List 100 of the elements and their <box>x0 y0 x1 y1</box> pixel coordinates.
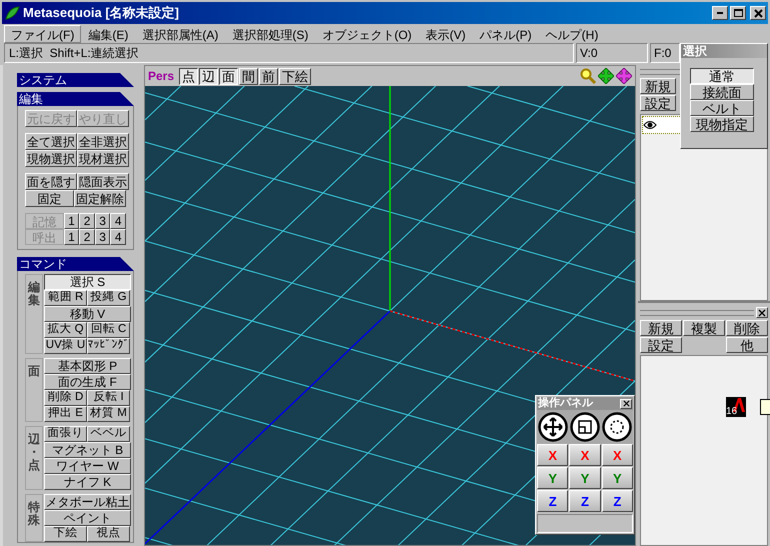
view-toggle[interactable]: 下絵 <box>279 68 312 84</box>
tool-button[interactable]: 現物選択 <box>25 150 77 167</box>
select-mode-button[interactable]: ベルト <box>690 100 754 116</box>
group-label: 辺・点 <box>28 433 40 473</box>
panel-button[interactable]: 削除 <box>726 320 768 336</box>
command-button[interactable]: 拡大 Q <box>44 322 87 338</box>
minimize-button[interactable] <box>712 6 728 20</box>
close-button[interactable] <box>750 6 766 20</box>
section-header[interactable]: システム <box>17 73 134 87</box>
group-label: 特殊 <box>28 501 40 528</box>
view-toggle[interactable]: 間 <box>239 68 258 84</box>
view-toggle[interactable]: 前 <box>259 68 278 84</box>
tool-button[interactable]: 面を隠す <box>25 173 77 190</box>
command-button[interactable]: ワイヤー W <box>44 458 131 474</box>
tool-button[interactable]: 固定 <box>25 190 74 207</box>
axis-button[interactable]: Z <box>602 490 633 512</box>
tool-button[interactable]: 隠面表示 <box>77 173 129 190</box>
view-toggle[interactable]: 辺 <box>199 68 218 84</box>
face-count: F:0 <box>650 43 680 63</box>
axis-button[interactable]: Z <box>537 490 568 512</box>
select-mode-button[interactable]: 接続面 <box>690 84 754 100</box>
maximize-button[interactable] <box>730 6 746 20</box>
command-button[interactable]: ﾏｯﾋﾟﾝｸﾞ <box>87 338 130 354</box>
command-button[interactable]: ナイフ K <box>44 474 131 490</box>
app-leaf-icon <box>4 5 20 21</box>
slot-button[interactable]: 4 <box>110 213 126 229</box>
panel-title: 選択 <box>681 44 767 58</box>
command-button[interactable]: 選択 S <box>44 274 131 290</box>
group-label: 編集 <box>28 281 40 308</box>
menu-item[interactable]: オブジェクト(O) <box>315 24 419 42</box>
panel-button[interactable]: 設定 <box>640 95 676 111</box>
command-button[interactable]: ベベル <box>87 426 130 442</box>
rotate-arrows-icon[interactable] <box>616 68 632 84</box>
section-header[interactable]: 編集 <box>17 92 134 106</box>
select-mode-button[interactable]: 現物指定 <box>690 116 754 132</box>
memory-label: 呼出 <box>25 229 64 245</box>
tray-icon[interactable] <box>760 399 770 415</box>
command-button[interactable]: 削除 D <box>44 390 87 406</box>
slot-button[interactable]: 2 <box>79 229 95 245</box>
command-button[interactable]: 投縄 G <box>87 290 130 306</box>
slot-button[interactable]: 3 <box>94 229 110 245</box>
command-button[interactable]: 下絵 <box>44 526 87 542</box>
window-title: Metasequoia [名称未設定] <box>23 4 180 22</box>
command-button[interactable]: メタボール粘土 <box>44 494 131 510</box>
slot-button[interactable]: 4 <box>110 229 126 245</box>
minimize-icon <box>717 12 723 14</box>
command-button[interactable]: 移動 V <box>44 306 131 322</box>
grip-bar[interactable] <box>640 310 754 316</box>
menu-item[interactable]: 表示(V) <box>418 24 473 42</box>
tool-button[interactable]: 固定解除 <box>74 190 126 207</box>
select-mode-button[interactable]: 通常 <box>690 68 754 84</box>
slot-button[interactable]: 1 <box>64 213 80 229</box>
move-arrows-icon[interactable] <box>598 68 614 84</box>
view-toggle[interactable]: 面 <box>219 68 238 84</box>
slot-button[interactable]: 1 <box>64 229 80 245</box>
slot-button[interactable]: 3 <box>94 213 110 229</box>
command-button[interactable]: 範囲 R <box>44 290 87 306</box>
eye-icon[interactable] <box>643 118 657 132</box>
tool-button[interactable]: 全非選択 <box>77 133 129 150</box>
command-button[interactable]: 基本図形 P <box>44 358 131 374</box>
panel-button[interactable]: 新規 <box>640 78 676 94</box>
panel-button[interactable]: 複製 <box>683 320 725 336</box>
zoom-icon[interactable] <box>580 68 596 84</box>
input-method-icon[interactable]: 16 <box>726 397 746 417</box>
panel-button[interactable]: 他 <box>726 337 768 353</box>
panel-button[interactable]: 新規 <box>640 320 682 336</box>
menu-item[interactable]: パネル(P) <box>472 24 539 42</box>
menu-item[interactable]: ヘルプ(H) <box>538 24 606 42</box>
tool-button[interactable]: 全て選択 <box>25 133 77 150</box>
menu-item[interactable]: ファイル(F) <box>4 24 82 42</box>
view-toggle[interactable]: 点 <box>179 68 198 84</box>
menu-item[interactable]: 編集(E) <box>81 24 136 42</box>
projection-label[interactable]: Pers <box>148 67 174 85</box>
menu-item[interactable]: 選択部処理(S) <box>225 24 316 42</box>
tool-button[interactable]: 現材選択 <box>77 150 129 167</box>
command-button[interactable]: マグネット B <box>44 442 131 458</box>
command-button[interactable]: 材質 M <box>87 406 130 422</box>
slot-button[interactable]: 2 <box>79 213 95 229</box>
command-button[interactable]: 押出 E <box>44 406 87 422</box>
close-button[interactable] <box>620 398 632 408</box>
command-button[interactable]: 面の生成 F <box>44 374 131 390</box>
section-header[interactable]: コマンド <box>17 257 134 271</box>
close-icon <box>754 8 762 18</box>
command-button[interactable]: 視点 <box>87 526 130 542</box>
menu-item[interactable]: 選択部属性(A) <box>135 24 226 42</box>
command-button[interactable]: 反転 I <box>87 390 130 406</box>
move-icon[interactable] <box>538 412 568 442</box>
rotate-icon[interactable] <box>602 412 632 442</box>
command-button[interactable]: 面張り <box>44 426 87 442</box>
maximize-icon <box>734 9 742 17</box>
scale-icon[interactable] <box>570 412 600 442</box>
command-button[interactable]: 回転 C <box>87 322 130 338</box>
axis-button[interactable]: Z <box>569 490 601 512</box>
command-button[interactable]: UV操 U <box>44 338 87 354</box>
object-row[interactable] <box>642 116 682 134</box>
close-button[interactable] <box>756 307 768 318</box>
command-button[interactable]: ペイント <box>44 510 131 526</box>
panel-button[interactable]: 設定 <box>640 337 682 353</box>
memory-label: 記憶 <box>25 213 64 229</box>
vertex-count: V:0 <box>576 43 648 63</box>
